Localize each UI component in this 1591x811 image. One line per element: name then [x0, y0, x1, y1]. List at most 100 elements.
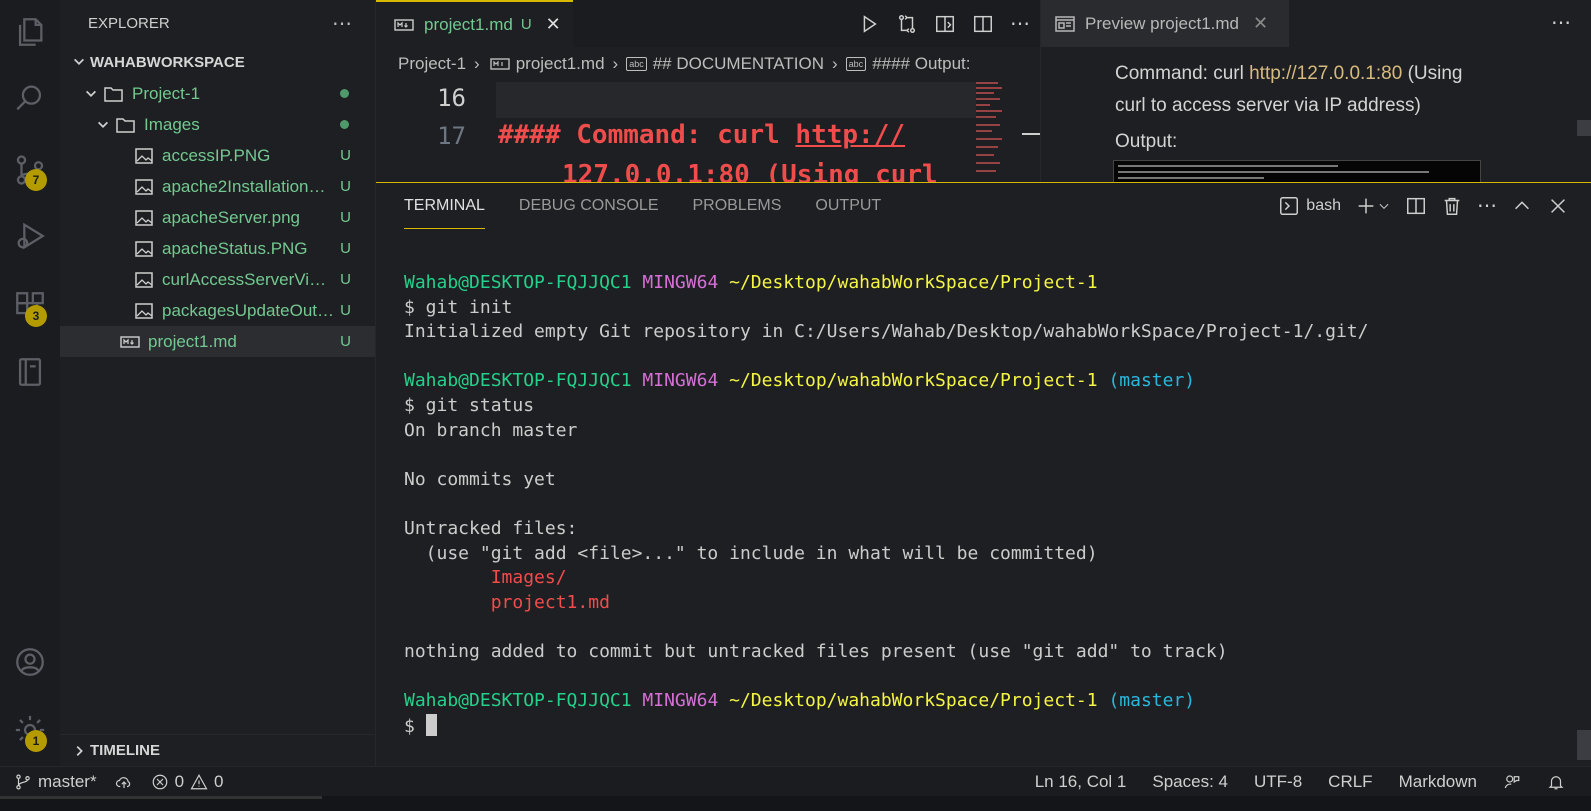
tree-file[interactable]: apacheServer.png U: [60, 202, 375, 233]
preview-more-actions[interactable]: ⋯: [1551, 10, 1571, 35]
folder-name: Project-1: [132, 83, 201, 103]
breadcrumb-folder[interactable]: Project-1: [398, 54, 466, 74]
problems-status[interactable]: 0 0: [151, 772, 224, 792]
debug-icon: [17, 222, 45, 250]
terminal-cursor: [425, 713, 437, 736]
git-status-untracked: U: [340, 178, 351, 195]
branch-name: master*: [38, 771, 97, 791]
compare-changes-icon[interactable]: [896, 13, 918, 35]
editor-more-actions[interactable]: ⋯: [1010, 11, 1030, 36]
tree-file[interactable]: packagesUpdateOutput.png U: [60, 295, 375, 326]
markdown-file-icon: [118, 332, 142, 352]
tree-file[interactable]: curlAccessServerViaIP.png U: [60, 264, 375, 295]
markdown-heading-wrap: 127.0.0.1:80 (Using curl: [562, 160, 938, 182]
end-of-line[interactable]: CRLF: [1328, 772, 1372, 792]
tab-project1-md[interactable]: project1.md U ✕: [376, 0, 573, 47]
tree-folder-images[interactable]: Images: [60, 109, 375, 140]
terminal-output-line: Untracked files:: [404, 517, 578, 539]
folder-open-icon: [102, 84, 126, 104]
file-name: project1.md: [148, 331, 237, 351]
split-editor-icon[interactable]: [972, 13, 994, 35]
close-icon[interactable]: [1547, 195, 1569, 217]
close-icon[interactable]: ✕: [546, 14, 561, 35]
error-count: 0: [174, 771, 185, 791]
preview-scrollbar[interactable]: [1577, 120, 1591, 136]
preview-output-label: Output:: [1115, 131, 1178, 152]
manage-activity-button[interactable]: 1: [0, 702, 60, 758]
source-control-badge: 7: [25, 169, 47, 191]
image-file-icon: [132, 146, 156, 166]
terminal-output-line: On branch master: [404, 419, 578, 441]
git-branch-status[interactable]: master*: [14, 772, 97, 792]
tab-problems[interactable]: PROBLEMS: [693, 183, 782, 229]
tree-file[interactable]: accessIP.PNG U: [60, 140, 375, 171]
settings-badge: 1: [25, 730, 47, 752]
image-file-icon: [132, 270, 156, 290]
chevron-right-icon: ›: [474, 53, 480, 73]
chevron-right-icon: [68, 744, 90, 758]
search-activity-button[interactable]: [0, 70, 60, 126]
terminal-more-actions[interactable]: ⋯: [1477, 193, 1497, 218]
notifications-button[interactable]: [1547, 773, 1565, 791]
workspace-section-header[interactable]: WAHABWORKSPACE: [60, 46, 375, 78]
new-terminal-button[interactable]: [1355, 195, 1391, 217]
tab-preview-project1-md[interactable]: Preview project1.md ✕: [1041, 0, 1289, 47]
tree-file[interactable]: apacheStatus.PNG U: [60, 233, 375, 264]
open-preview-side-icon[interactable]: [934, 13, 956, 35]
tab-output[interactable]: OUTPUT: [815, 183, 881, 229]
breadcrumb-symbol[interactable]: abc ## DOCUMENTATION: [626, 54, 824, 74]
encoding[interactable]: UTF-8: [1254, 772, 1302, 792]
prompt-branch: (master): [1108, 370, 1196, 392]
minimap[interactable]: [976, 80, 1010, 182]
tab-terminal[interactable]: TERMINAL: [404, 183, 485, 229]
tree-folder-project-1[interactable]: Project-1: [60, 78, 375, 109]
sync-status[interactable]: [115, 773, 133, 791]
explorer-sidebar: EXPLORER ⋯ WAHABWORKSPACE Project-1 Imag…: [60, 0, 376, 778]
run-debug-activity-button[interactable]: [0, 208, 60, 264]
untracked-path: project1.md: [490, 591, 610, 613]
prompt-user: Wahab@DESKTOP-FQJJQC1: [404, 272, 632, 293]
explorer-more-actions[interactable]: ⋯: [332, 11, 353, 36]
code-editor[interactable]: 16 17 #### Command: curl http:// 127.0.0…: [376, 80, 976, 182]
indentation[interactable]: Spaces: 4: [1152, 772, 1228, 792]
tree-file-selected[interactable]: project1.md U: [60, 326, 375, 357]
terminal-input-line[interactable]: $: [404, 713, 1564, 740]
heading-link[interactable]: http://: [795, 120, 905, 150]
cursor-position[interactable]: Ln 16, Col 1: [1035, 772, 1127, 792]
untracked-path: Images/: [490, 567, 567, 589]
chevron-up-icon[interactable]: [1511, 195, 1533, 217]
tab-debug-console[interactable]: DEBUG CONSOLE: [519, 183, 659, 229]
image-file-icon: [132, 177, 156, 197]
chevron-right-icon: ›: [832, 53, 838, 73]
terminal-scrollbar[interactable]: [1577, 730, 1591, 760]
run-icon[interactable]: [858, 13, 880, 35]
trash-icon[interactable]: [1441, 195, 1463, 217]
timeline-section-header[interactable]: TIMELINE: [60, 734, 376, 766]
accounts-activity-button[interactable]: [0, 634, 60, 690]
preview-link[interactable]: http://127.0.0.1:80: [1249, 63, 1402, 84]
close-icon[interactable]: ✕: [1253, 13, 1268, 34]
bell-icon: [1548, 775, 1564, 789]
explorer-activity-button[interactable]: [0, 4, 60, 60]
chevron-down-icon: [1379, 203, 1389, 209]
terminal-output-line: (use "git add <file>..." to include in w…: [404, 542, 1098, 564]
breadcrumb-file[interactable]: project1.md: [488, 54, 605, 74]
prompt-path: ~/Desktop/wahabWorkSpace/Project-1: [729, 272, 1098, 293]
chevron-right-icon: ›: [612, 53, 619, 73]
split-terminal-icon[interactable]: [1405, 195, 1427, 217]
remote-explorer-activity-button[interactable]: [0, 344, 60, 400]
feedback-button[interactable]: [1503, 773, 1521, 791]
extensions-activity-button[interactable]: 3: [0, 278, 60, 334]
image-file-icon: [132, 301, 156, 321]
git-status-untracked: U: [340, 333, 351, 350]
terminal-output-line: No commits yet: [404, 468, 556, 490]
tree-file[interactable]: apache2InstallationSuccess.png U: [60, 171, 375, 202]
terminal-output[interactable]: Wahab@DESKTOP-FQJJQC1 MINGW64 ~/Desktop/…: [404, 271, 1564, 739]
breadcrumb-symbol[interactable]: abc #### Output:: [845, 54, 971, 74]
string-symbol-icon: abc: [845, 56, 867, 71]
terminal-actions: bash ⋯: [1278, 193, 1569, 218]
source-control-activity-button[interactable]: 7: [0, 142, 60, 198]
terminal-shell-selector[interactable]: bash: [1278, 195, 1341, 217]
language-mode[interactable]: Markdown: [1399, 772, 1477, 792]
heading-text: #### Command: curl: [498, 120, 796, 150]
